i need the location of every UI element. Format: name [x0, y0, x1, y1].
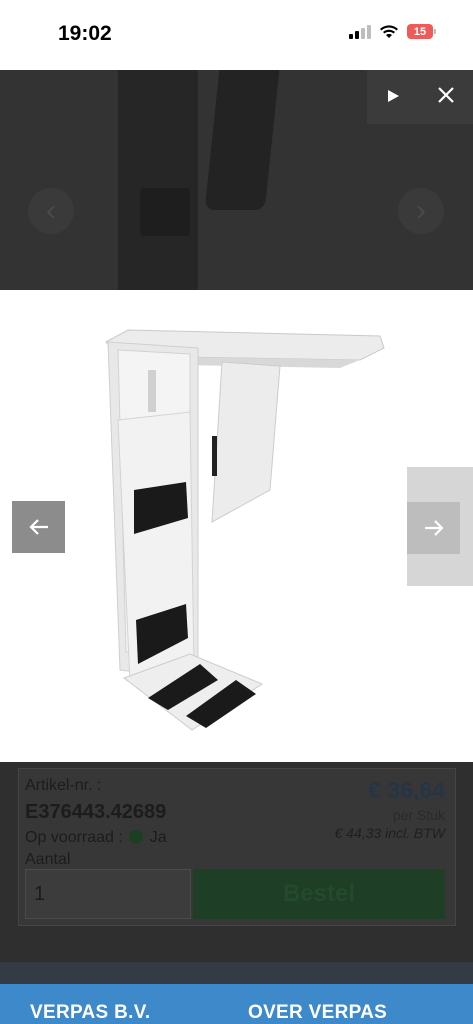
- battery-level: 15: [413, 25, 427, 38]
- quantity-value: 1: [34, 882, 46, 905]
- price-incl-vat: € 44,33 incl. BTW: [334, 825, 446, 841]
- dim-next-icon: ›: [398, 188, 444, 234]
- stock-label: Op voorraad :: [25, 829, 123, 846]
- product-image: [105, 329, 385, 731]
- footer: VERPAS B.V. OVER VERPAS: [0, 984, 473, 1024]
- wifi-icon: [380, 25, 398, 38]
- arrow-right-icon[interactable]: [407, 502, 460, 554]
- status-icons: 15: [349, 24, 436, 39]
- ghost-shape: [140, 188, 190, 236]
- ghost-shape: [204, 70, 280, 210]
- footer-link-company[interactable]: VERPAS B.V.: [30, 1002, 151, 1024]
- product-image-area: [0, 290, 473, 762]
- quantity-input[interactable]: 1: [25, 869, 191, 919]
- stock-status: Op voorraad : Ja: [25, 829, 167, 847]
- arrow-left-icon[interactable]: [12, 501, 65, 553]
- status-time: 19:02: [58, 22, 112, 45]
- ghost-shape: [118, 70, 198, 290]
- per-unit: per Stuk: [392, 807, 445, 823]
- next-button-area[interactable]: [407, 467, 473, 586]
- dim-prev-icon: ‹: [28, 188, 74, 234]
- status-bar: 19:02 15: [0, 0, 473, 70]
- quantity-label: Aantal: [25, 851, 71, 868]
- play-icon[interactable]: [385, 84, 401, 110]
- product-panel: Artikel-nr. : E376443.42689 Op voorraad …: [18, 768, 456, 926]
- footer-link-about[interactable]: OVER VERPAS: [248, 1002, 387, 1024]
- signal-icon: [349, 24, 371, 39]
- check-icon: [129, 830, 144, 844]
- close-icon[interactable]: [437, 84, 455, 110]
- lightbox-controls: [367, 70, 473, 124]
- article-number: E376443.42689: [25, 801, 167, 823]
- order-button[interactable]: Bestel: [193, 869, 445, 919]
- article-label: Artikel-nr. :: [25, 777, 102, 794]
- footer-divider: [0, 962, 473, 984]
- stock-value: Ja: [149, 829, 167, 846]
- price: € 36,64: [368, 777, 445, 803]
- battery-icon: 15: [407, 24, 436, 39]
